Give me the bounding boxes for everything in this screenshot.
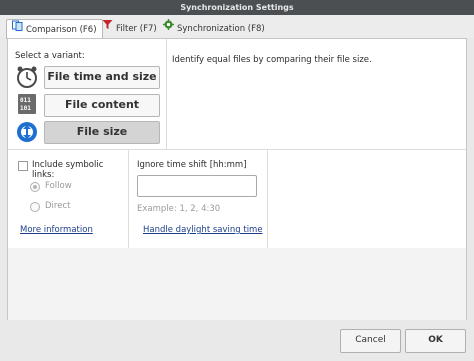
tab-filter[interactable]: Filter (F7) [102, 19, 157, 38]
gear-icon [163, 19, 174, 38]
cancel-button[interactable]: Cancel [340, 329, 401, 353]
ignore-time-shift-label: Ignore time shift [hh:mm] [137, 160, 247, 170]
follow-radio[interactable] [30, 182, 40, 192]
direct-radio[interactable] [30, 202, 40, 212]
variant-description: Identify equal files by comparing their … [172, 55, 372, 65]
more-information-link[interactable]: More information [20, 225, 93, 235]
tab-filter-label: Filter (F7) [116, 24, 157, 34]
options-empty-area [268, 150, 466, 248]
ok-button[interactable]: OK [405, 329, 466, 353]
binary-file-icon: 011 101 [16, 93, 38, 115]
comparison-panel: Select a variant: File time and size 011… [7, 38, 467, 322]
direct-label: Direct [45, 201, 71, 211]
follow-label: Follow [45, 181, 72, 191]
time-shift-input[interactable] [137, 175, 257, 197]
comparison-icon [12, 20, 23, 39]
tab-synchronization[interactable]: Synchronization (F8) [163, 19, 265, 38]
variant-column: Select a variant: File time and size 011… [8, 39, 167, 149]
symlink-options: Include symbolic links: Follow Direct Mo… [8, 150, 129, 248]
dialog-footer: Cancel OK [0, 320, 474, 361]
time-shift-example: Example: 1, 2, 4:30 [137, 204, 221, 214]
window-title: Synchronization Settings [0, 0, 474, 15]
variant-file-time-size-button[interactable]: File time and size [44, 66, 160, 89]
file-size-icon [16, 121, 38, 143]
filter-funnel-icon [102, 19, 113, 38]
settings-dialog: Synchronization Settings Comparison (F6)… [0, 0, 474, 361]
svg-text:011: 011 [20, 97, 31, 104]
tab-comparison[interactable]: Comparison (F6) [6, 19, 103, 39]
tab-bar: Comparison (F6) Filter (F7) Synchronizat… [0, 15, 474, 39]
daylight-saving-link[interactable]: Handle daylight saving time [143, 225, 263, 235]
variant-description-area: Identify equal files by comparing their … [167, 39, 466, 149]
include-symlinks-label: Include symbolic links: [32, 160, 104, 180]
tab-synchronization-label: Synchronization (F8) [177, 24, 265, 34]
include-symlinks-checkbox[interactable] [18, 161, 28, 171]
variant-file-content-button[interactable]: File content [44, 94, 160, 117]
tab-comparison-label: Comparison (F6) [26, 25, 97, 35]
select-variant-label: Select a variant: [15, 51, 85, 61]
svg-text:101: 101 [20, 105, 31, 112]
clock-icon [16, 66, 38, 88]
time-shift-options: Ignore time shift [hh:mm] Example: 1, 2,… [129, 150, 268, 248]
variant-file-size-button[interactable]: File size [44, 121, 160, 144]
